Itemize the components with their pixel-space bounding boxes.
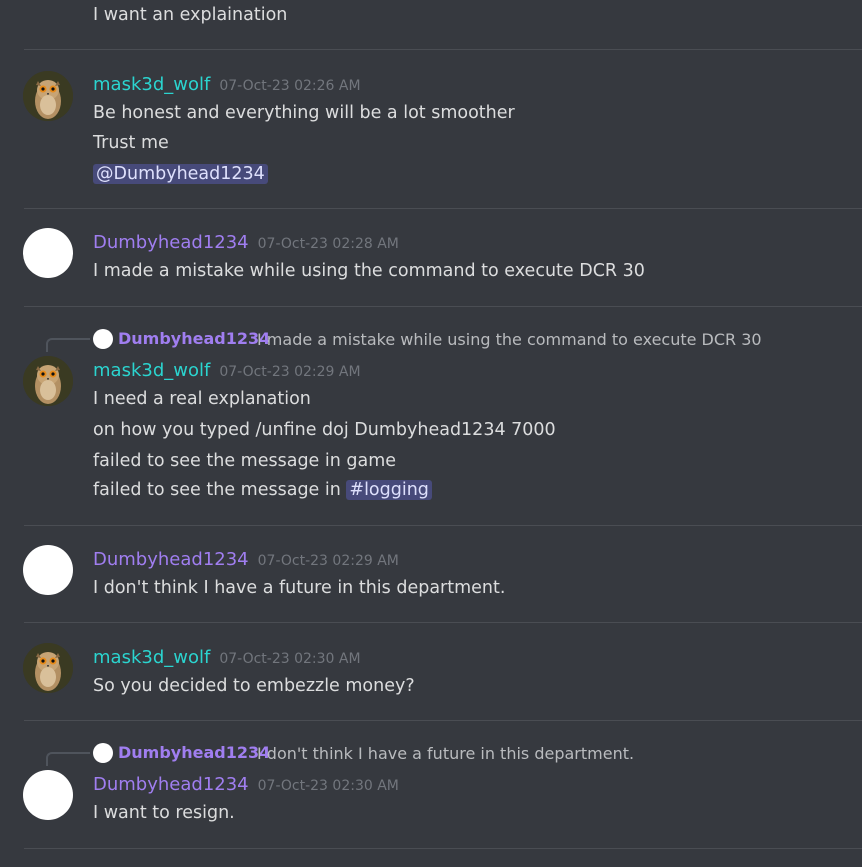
channel-mention[interactable]: #logging — [346, 480, 432, 500]
message-divider — [24, 49, 862, 50]
username[interactable]: Dumbyhead1234 — [93, 549, 249, 570]
message-divider — [24, 306, 862, 307]
reply-preview[interactable]: I made a mistake while using the command… — [257, 330, 762, 349]
timestamp: 07-Oct-23 02:29 AM — [257, 553, 399, 569]
message-divider — [24, 525, 862, 526]
message-text: Be honest and everything will be a lot s… — [93, 103, 515, 123]
message-text: I need a real explanation — [93, 389, 311, 409]
timestamp: 07-Oct-23 02:29 AM — [219, 364, 361, 380]
white-circle-avatar[interactable] — [23, 770, 73, 820]
timestamp: 07-Oct-23 02:30 AM — [219, 651, 361, 667]
message-text-segment: failed to see the message in — [93, 480, 347, 500]
owl-avatar[interactable] — [23, 643, 73, 693]
username[interactable]: mask3d_wolf — [93, 74, 210, 95]
message-divider — [24, 848, 862, 849]
message-text: failed to see the message in game — [93, 451, 397, 471]
reply-username[interactable]: Dumbyhead1234 — [118, 743, 270, 762]
message-header: Dumbyhead1234 07-Oct-23 02:30 AM — [93, 774, 399, 795]
username[interactable]: Dumbyhead1234 — [93, 774, 249, 795]
owl-avatar[interactable] — [23, 71, 73, 121]
reply-username[interactable]: Dumbyhead1234 — [118, 329, 270, 348]
reply-spine — [46, 338, 90, 352]
message-text: So you decided to embezzle money? — [93, 676, 415, 696]
timestamp: 07-Oct-23 02:30 AM — [257, 778, 399, 794]
white-circle-avatar[interactable] — [23, 228, 73, 278]
message-text: Trust me — [93, 133, 169, 153]
reply-spine — [46, 752, 90, 766]
message-header: Dumbyhead1234 07-Oct-23 02:28 AM — [93, 232, 399, 253]
reply-avatar[interactable] — [93, 743, 113, 763]
message-divider — [24, 208, 862, 209]
username[interactable]: Dumbyhead1234 — [93, 232, 249, 253]
message-header: mask3d_wolf 07-Oct-23 02:29 AM — [93, 360, 361, 381]
message-text: I want an explaination — [93, 5, 288, 25]
chat-log: I want an explaination mask3d_wolf 07-Oct… — [0, 0, 862, 867]
message-divider — [24, 720, 862, 721]
user-mention[interactable]: @Dumbyhead1234 — [93, 164, 268, 184]
message-text: failed to see the message in #logging — [93, 479, 432, 501]
message-text: I want to resign. — [93, 803, 235, 823]
message-header: Dumbyhead1234 07-Oct-23 02:29 AM — [93, 549, 399, 570]
message-header: mask3d_wolf 07-Oct-23 02:26 AM — [93, 74, 361, 95]
message-divider — [24, 622, 862, 623]
message-text: I don't think I have a future in this de… — [93, 578, 506, 598]
message-text: on how you typed /unfine doj Dumbyhead12… — [93, 420, 556, 440]
username[interactable]: mask3d_wolf — [93, 647, 210, 668]
message-header: mask3d_wolf 07-Oct-23 02:30 AM — [93, 647, 361, 668]
message-text: @Dumbyhead1234 — [93, 163, 268, 185]
timestamp: 07-Oct-23 02:28 AM — [257, 236, 399, 252]
message-text: I made a mistake while using the command… — [93, 261, 645, 281]
white-circle-avatar[interactable] — [23, 545, 73, 595]
username[interactable]: mask3d_wolf — [93, 360, 210, 381]
reply-avatar[interactable] — [93, 329, 113, 349]
owl-avatar[interactable] — [23, 356, 73, 406]
reply-preview[interactable]: I don't think I have a future in this de… — [257, 744, 634, 763]
timestamp: 07-Oct-23 02:26 AM — [219, 78, 361, 94]
